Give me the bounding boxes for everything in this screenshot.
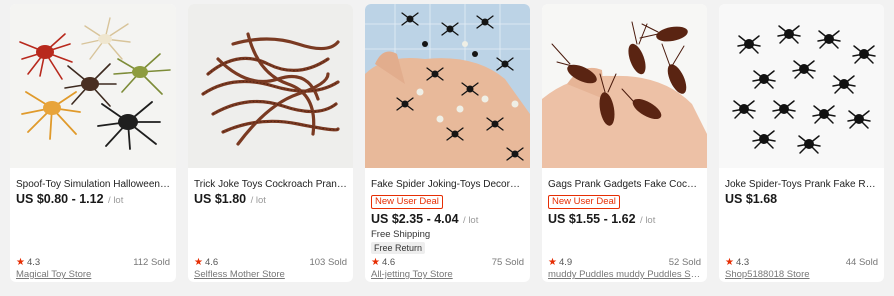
product-price: US $1.55 - 1.62 / lot [548,212,655,226]
product-title[interactable]: Trick Joke Toys Cockroach Prank F... [194,178,347,191]
sold-count: 52 Sold [668,257,701,268]
product-price: US $1.68 [725,192,777,206]
price-value: US $2.35 - 4.04 [371,212,459,226]
price-unit: / lot [108,195,124,206]
product-rating: ★ 4.3 [725,257,749,268]
store-link[interactable]: All-jetting Toy Store [371,269,524,280]
price-unit: / lot [463,215,479,226]
star-icon: ★ [16,257,25,268]
price-unit: / lot [640,215,656,226]
store-link[interactable]: Shop5188018 Store [725,269,878,280]
shipping-label: Free Shipping [371,229,431,240]
store-link[interactable]: Magical Toy Store [16,269,170,280]
price-unit: / lot [250,195,266,206]
product-price: US $1.80 / lot [194,192,266,206]
sold-count: 112 Sold [133,257,170,268]
product-card[interactable]: Joke Spider-Toys Prank Fake Realis... US… [719,4,884,282]
star-icon: ★ [194,257,203,268]
star-icon: ★ [371,257,380,268]
star-icon: ★ [725,257,734,268]
product-card[interactable]: Trick Joke Toys Cockroach Prank F... US … [188,4,353,282]
price-value: US $0.80 - 1.12 [16,192,104,206]
product-title[interactable]: Gags Prank Gadgets Fake Cockroa... [548,178,701,191]
price-value: US $1.68 [725,192,778,206]
rating-value: 4.6 [381,257,396,268]
new-user-deal-badge: New User Deal [548,195,620,209]
return-tag: Free Return [371,242,426,254]
sold-count: 75 Sold [491,257,524,268]
black-spiders-image[interactable] [719,4,884,168]
product-rating: ★ 4.6 [194,257,218,268]
rating-value: 4.6 [204,257,219,268]
rating-value: 4.9 [558,257,573,268]
product-grid-row: Spoof-Toy Simulation Halloween-P... US $… [0,0,894,296]
toy-centipedes-image[interactable] [188,4,353,168]
new-user-deal-badge: New User Deal [371,195,443,209]
rating-value: 4.3 [735,257,750,268]
star-icon: ★ [548,257,557,268]
product-card[interactable]: Spoof-Toy Simulation Halloween-P... US $… [10,4,176,282]
fake-spiders-hand-image[interactable] [365,4,530,168]
price-value: US $1.80 [194,192,247,206]
product-card[interactable]: Fake Spider Joking-Toys Decorative... Ne… [365,4,530,282]
price-value: US $1.55 - 1.62 [548,212,636,226]
product-title[interactable]: Fake Spider Joking-Toys Decorative... [371,178,524,191]
rating-value: 4.3 [26,257,41,268]
product-title[interactable]: Spoof-Toy Simulation Halloween-P... [16,178,170,191]
toy-spiders-image[interactable] [10,4,176,168]
product-title[interactable]: Joke Spider-Toys Prank Fake Realis... [725,178,878,191]
product-rating: ★ 4.6 [371,257,395,268]
sold-count: 103 Sold [309,257,347,268]
product-rating: ★ 4.3 [16,257,40,268]
product-rating: ★ 4.9 [548,257,572,268]
product-card[interactable]: Gags Prank Gadgets Fake Cockroa... New U… [542,4,707,282]
store-link[interactable]: Selfless Mother Store [194,269,347,280]
sold-count: 44 Sold [845,257,878,268]
product-price: US $2.35 - 4.04 / lot [371,212,478,226]
product-price: US $0.80 - 1.12 / lot [16,192,123,206]
fake-cockroaches-hand-image[interactable] [542,4,707,168]
store-link[interactable]: muddy Puddles muddy Puddles St... [548,269,701,280]
